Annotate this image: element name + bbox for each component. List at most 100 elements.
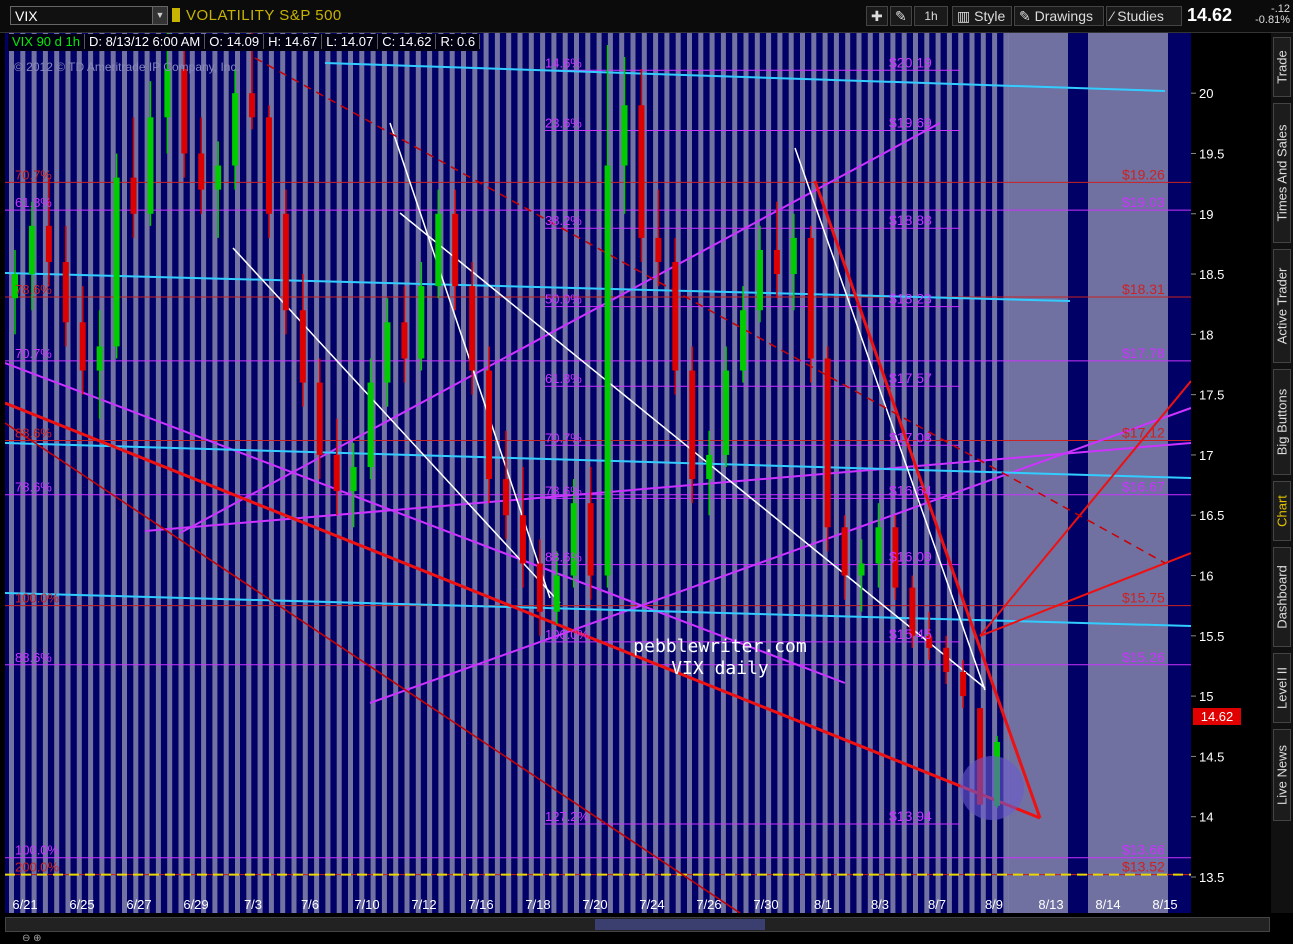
scrollbar-thumb[interactable] [595, 919, 765, 930]
y-tick-label: 19 [1199, 207, 1213, 222]
tab-active-trader[interactable]: Active Trader [1273, 249, 1291, 363]
zoom-icon[interactable]: ⊖ ⊕ [22, 933, 42, 944]
session-stripe [314, 33, 320, 913]
fib-label: 78.6% [545, 483, 582, 498]
tab-dashboard-label: Dashboard [1274, 565, 1290, 629]
session-stripe [122, 33, 127, 913]
x-tick-label: 7/26 [696, 897, 721, 912]
x-tick-label: 8/15 [1152, 897, 1177, 912]
candle-body [638, 105, 645, 238]
session-stripe [766, 33, 772, 913]
side-tab-bar: Trade Times And Sales Active Trader Big … [1271, 33, 1293, 913]
price-axis[interactable]: 13.5 14 14.5 15 15.5 16 16.5 17 17.5 18 18.5 19 19.5… [1191, 33, 1271, 913]
candle-body [384, 322, 391, 383]
session-stripe [630, 33, 636, 913]
candle-body [790, 237, 797, 275]
style-label: Style [974, 8, 1006, 24]
fib-label-left: 78.6% [15, 282, 52, 297]
x-tick-label: 6/27 [126, 897, 151, 912]
info-close: C: 14.62 [378, 34, 437, 49]
session-stripe [777, 33, 783, 913]
tab-times-and-sales[interactable]: Times And Sales [1273, 103, 1291, 243]
fib-label-left: 88.6% [15, 425, 52, 440]
fib-label-left: 200.0% [15, 860, 60, 875]
x-tick-label: 6/21 [12, 897, 37, 912]
candle-body [316, 382, 323, 455]
candle-body [536, 563, 543, 612]
candle-body [519, 515, 526, 564]
session-stripe [811, 33, 817, 913]
tab-trade[interactable]: Trade [1273, 37, 1291, 97]
candle-body [113, 177, 120, 347]
x-tick-label: 7/18 [525, 897, 550, 912]
highlight-circle [960, 756, 1024, 820]
candle-body [350, 467, 357, 492]
x-tick-label: 8/1 [814, 897, 832, 912]
session-stripe [935, 33, 941, 913]
candle-body [45, 225, 52, 262]
session-stripe [653, 33, 659, 913]
symbol-input[interactable]: VIX [10, 6, 160, 25]
session-stripe [901, 33, 907, 913]
tab-chart[interactable]: Chart [1273, 481, 1291, 541]
candle-body [689, 370, 696, 480]
last-price-tag: 14.62 [1193, 708, 1241, 725]
level-price-label: $15.26 [1122, 649, 1165, 665]
session-stripe [110, 33, 116, 913]
candle-body [181, 69, 188, 154]
y-tick-label: 16 [1199, 569, 1213, 584]
candle-body [164, 69, 171, 118]
y-tick-label: 15.5 [1199, 629, 1224, 644]
level-price-label: $13.52 [1122, 859, 1165, 875]
session-stripe [99, 33, 105, 913]
tab-big-buttons-label: Big Buttons [1274, 388, 1290, 456]
candle-body [96, 346, 103, 371]
level-price-label: $17.08 [889, 429, 932, 445]
candle-body [773, 249, 780, 275]
chart-svg: 14.6% 23.6% 38.2% 50.0% 61.8% 70.7% 78.6% 88.6%… [5, 33, 1191, 913]
x-tick-label: 8/9 [985, 897, 1003, 912]
x-tick-label: 8/3 [871, 897, 889, 912]
study-name: VIX 90 d 1h [8, 34, 85, 49]
drawings-button[interactable]: ✎ Drawings [1014, 6, 1104, 26]
drawings-label: Drawings [1034, 8, 1093, 24]
session-stripe [155, 33, 161, 913]
session-stripe [574, 33, 579, 913]
fib-label: 127.2% [545, 809, 590, 824]
wrench-icon[interactable]: ✎ [890, 6, 912, 26]
session-stripe [167, 33, 173, 913]
crosshair-icon[interactable]: ✚ [866, 6, 888, 26]
session-stripe [189, 33, 195, 913]
copyright-text: © 2012 © TD Ameritrade IP Company, Inc. [14, 60, 240, 74]
interval-button[interactable]: 1h [914, 6, 948, 26]
tab-live-news[interactable]: Live News [1273, 729, 1291, 821]
session-stripe [370, 33, 376, 913]
change-percent: -0.81% [1255, 14, 1290, 26]
session-stripe [381, 33, 387, 913]
x-tick-label: 6/29 [183, 897, 208, 912]
candle-body [756, 249, 763, 311]
tab-big-buttons[interactable]: Big Buttons [1273, 369, 1291, 475]
tab-chart-label: Chart [1274, 495, 1290, 527]
tab-live-news-label: Live News [1274, 745, 1290, 805]
y-tick-label: 17.5 [1199, 388, 1224, 403]
session-stripe [9, 33, 14, 913]
fib-label: 50.0% [545, 292, 582, 307]
toolbar: VIX ▼ VOLATILITY S&P 500 ✚ ✎ 1h ▥ Style … [0, 0, 1293, 33]
tab-dashboard[interactable]: Dashboard [1273, 547, 1291, 647]
tab-level-ii[interactable]: Level II [1273, 653, 1291, 723]
candle-body [232, 93, 239, 166]
session-stripe [302, 33, 308, 913]
x-tick-label: 6/25 [69, 897, 94, 912]
fib-label: 61.8% [545, 371, 582, 386]
level-price-label: $15.45 [889, 626, 932, 642]
chart-area[interactable]: 14.6% 23.6% 38.2% 50.0% 61.8% 70.7% 78.6% 88.6%… [5, 33, 1191, 913]
studies-button[interactable]: ⁄ Studies [1106, 6, 1182, 26]
fib-label-left: 88.6% [15, 650, 52, 665]
style-button[interactable]: ▥ Style [952, 6, 1012, 26]
security-name: VOLATILITY S&P 500 [186, 7, 342, 24]
session-stripe [506, 33, 512, 913]
session-stripe [732, 33, 738, 913]
candle-body [130, 177, 137, 214]
symbol-dropdown-icon[interactable]: ▼ [152, 6, 168, 25]
